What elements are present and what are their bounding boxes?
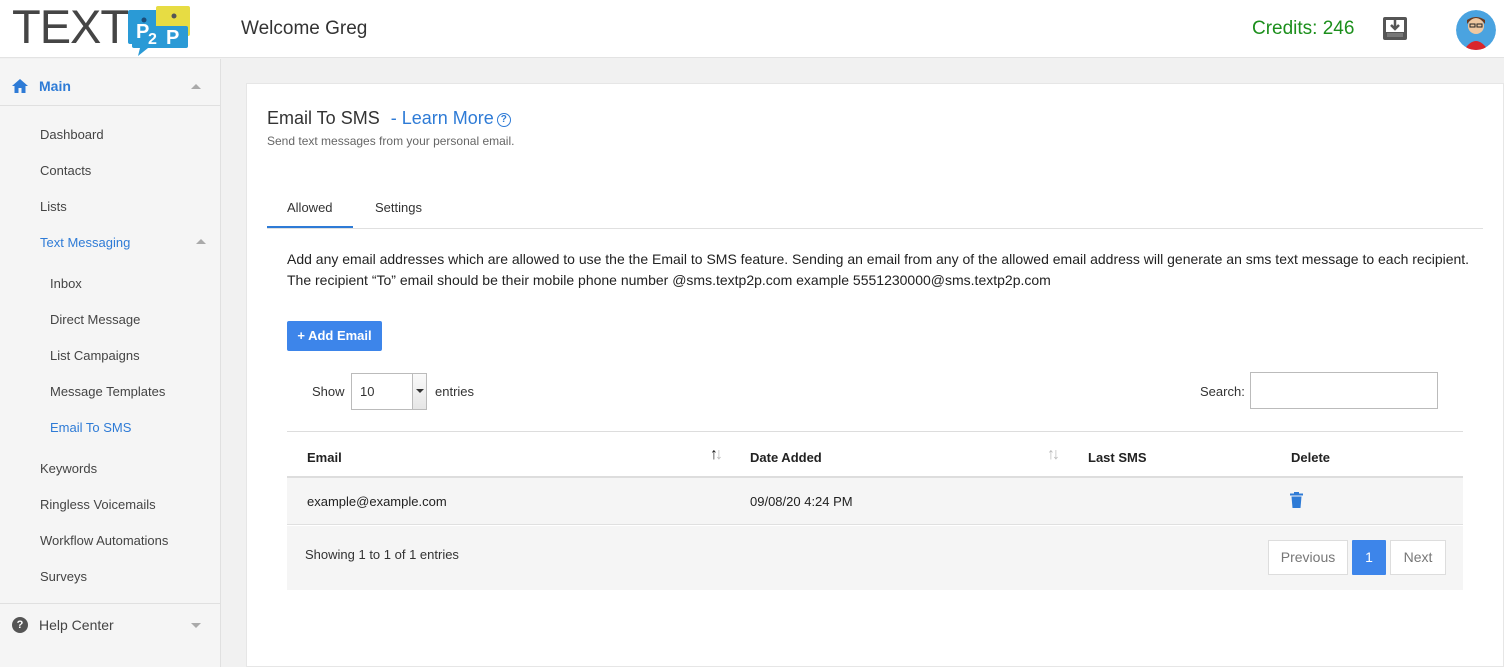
table-info: Showing 1 to 1 of 1 entries <box>305 547 459 562</box>
svg-text:2: 2 <box>148 31 157 48</box>
column-header-email[interactable]: Email <box>307 450 342 465</box>
sidebar-item-surveys[interactable]: Surveys <box>40 569 87 584</box>
question-circle-icon: ? <box>496 113 511 127</box>
cell-email: example@example.com <box>307 494 447 509</box>
content-card: Email To SMS - Learn More? Send text mes… <box>246 83 1504 667</box>
help-icon: ? <box>12 617 28 633</box>
tab-allowed[interactable]: Allowed <box>287 200 333 215</box>
welcome-message: Welcome Greg <box>241 18 368 39</box>
column-header-delete: Delete <box>1291 450 1331 465</box>
sidebar-item-keywords[interactable]: Keywords <box>40 461 97 476</box>
sidebar-section-main[interactable]: Main <box>0 59 221 106</box>
previous-page-button[interactable]: Previous <box>1268 540 1348 575</box>
home-icon <box>12 79 28 93</box>
sidebar-item-contacts[interactable]: Contacts <box>40 163 91 178</box>
sidebar-item-text-messaging[interactable]: Text Messaging <box>40 235 130 250</box>
sidebar-item-list-campaigns[interactable]: List Campaigns <box>50 348 140 363</box>
sidebar-item-dashboard[interactable]: Dashboard <box>40 127 104 142</box>
credits-balance: Credits: 246 <box>1252 18 1355 39</box>
chevron-up-icon <box>191 84 201 89</box>
next-page-button[interactable]: Next <box>1390 540 1446 575</box>
avatar-image-icon <box>1456 10 1496 50</box>
sidebar-item-workflow-automations[interactable]: Workflow Automations <box>40 533 168 548</box>
chevron-up-icon[interactable] <box>196 239 206 244</box>
sidebar-item-direct-message[interactable]: Direct Message <box>50 312 140 327</box>
chevron-down-icon <box>191 623 201 628</box>
sidebar-item-ringless-voicemails[interactable]: Ringless Voicemails <box>40 497 156 512</box>
table-row: example@example.com 09/08/20 4:24 PM <box>287 478 1463 525</box>
active-tab-indicator <box>267 226 353 228</box>
tab-settings[interactable]: Settings <box>375 200 422 215</box>
column-header-date-added[interactable]: Date Added <box>750 450 822 465</box>
tab-bar: Allowed Settings <box>267 194 1483 229</box>
table-footer: Showing 1 to 1 of 1 entries Previous 1 N… <box>287 526 1463 590</box>
page-title: Email To SMS - Learn More? <box>267 108 511 129</box>
sidebar-item-inbox[interactable]: Inbox <box>50 276 82 291</box>
sidebar-section-help-center[interactable]: ? Help Center <box>0 603 221 645</box>
column-header-last-sms: Last SMS <box>1088 450 1147 465</box>
top-header: TEXT 2 P P Welcome Greg Credits: 246 <box>0 0 1504 58</box>
feature-description: Add any email addresses which are allowe… <box>287 251 1470 288</box>
entries-per-page-select[interactable]: 10 <box>351 373 427 410</box>
sort-icon[interactable]: ↑↓ <box>1047 446 1060 464</box>
svg-text:P: P <box>166 27 179 49</box>
sort-ascending-icon[interactable]: ↑↓ <box>710 446 723 464</box>
table-header: Email ↑↓ Date Added ↑↓ Last SMS Delete <box>287 431 1463 478</box>
entries-label: entries <box>435 384 475 399</box>
add-email-button[interactable]: + Add Email <box>287 321 382 351</box>
sidebar-item-message-templates[interactable]: Message Templates <box>50 384 165 399</box>
user-avatar[interactable] <box>1456 10 1496 50</box>
search-input[interactable] <box>1250 372 1438 409</box>
learn-more-link[interactable]: - Learn More? <box>391 108 511 128</box>
page-subtitle: Send text messages from your personal em… <box>267 134 515 148</box>
download-inbox-icon[interactable] <box>1382 14 1408 42</box>
show-label: Show <box>312 384 345 399</box>
textp2p-logo[interactable]: TEXT 2 P P <box>12 0 194 56</box>
trash-icon[interactable] <box>1290 492 1303 508</box>
cell-date-added: 09/08/20 4:24 PM <box>750 494 853 509</box>
svg-text:P: P <box>136 21 149 43</box>
page-1-button[interactable]: 1 <box>1352 540 1386 575</box>
sidebar: Main Dashboard Contacts Lists Text Messa… <box>0 59 221 667</box>
chat-bubbles-logo-icon: 2 P P <box>128 6 190 56</box>
sidebar-item-lists[interactable]: Lists <box>40 199 67 214</box>
dropdown-arrow-icon <box>412 374 426 409</box>
sidebar-item-email-to-sms[interactable]: Email To SMS <box>50 420 131 435</box>
search-label: Search: <box>1200 384 1245 399</box>
